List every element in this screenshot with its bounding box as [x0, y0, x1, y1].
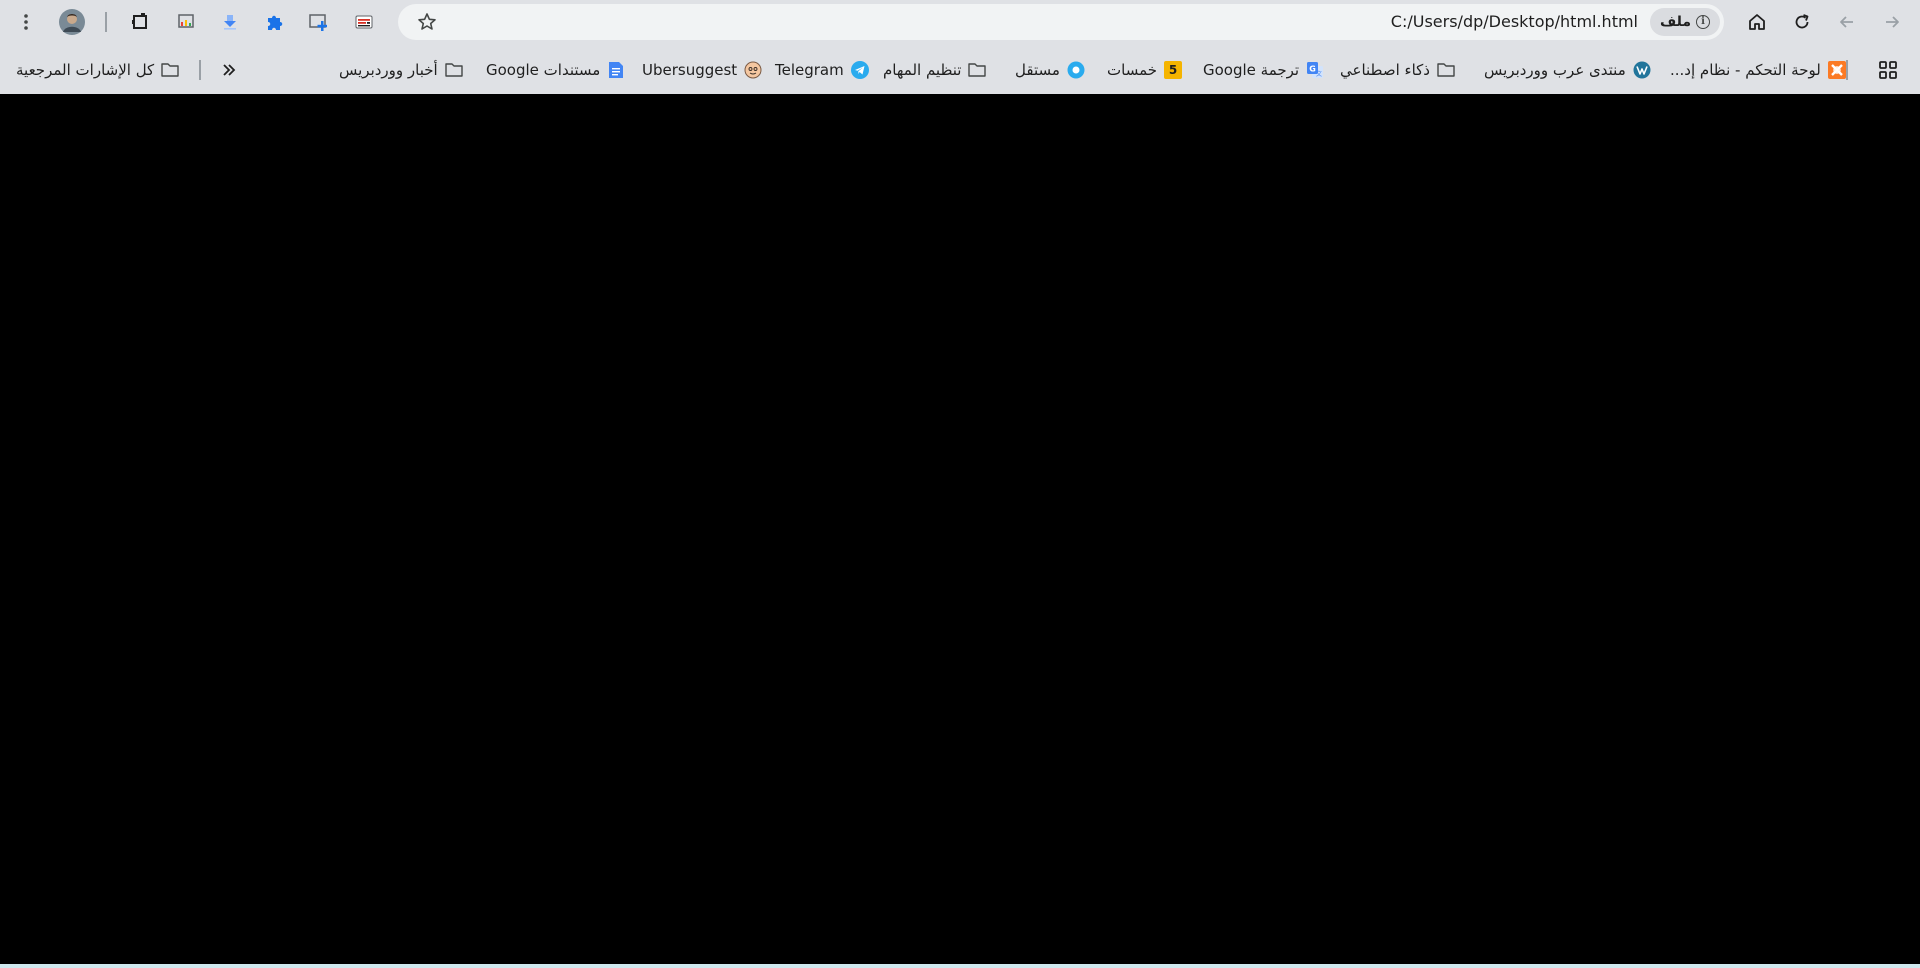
extension-button-tab[interactable]	[303, 6, 335, 38]
avatar	[59, 9, 85, 35]
bookmark-item-arab-wordpress[interactable]: منتدى عرب ووردبريس	[1484, 58, 1651, 82]
chart-extension-icon	[178, 14, 194, 28]
bookmarks-separator	[199, 60, 201, 80]
bookmark-label: أخبار ووردبريس	[339, 61, 438, 79]
site-info-label: ملف	[1659, 14, 1691, 30]
bookmark-label: Telegram	[775, 61, 844, 79]
address-bar[interactable]: C:/Users/dp/Desktop/html.html i ملف	[398, 4, 1724, 40]
bookmark-item-mostaql[interactable]: مستقل	[1015, 58, 1085, 82]
reload-icon	[1795, 14, 1809, 29]
folder-icon	[445, 61, 463, 79]
window-bottom-edge	[0, 964, 1920, 968]
bookmark-item-ubersuggest[interactable]: Ubersuggest	[642, 58, 762, 82]
profile-avatar-button[interactable]	[56, 6, 88, 38]
bookmark-item-wordpress-news[interactable]: أخبار ووردبريس	[339, 58, 463, 82]
ubersuggest-icon	[744, 61, 762, 79]
bookmark-item-google-docs[interactable]: مستندات Google	[486, 58, 625, 82]
reload-button[interactable]	[1786, 6, 1818, 38]
mostaql-icon	[1067, 61, 1085, 79]
puzzle-icon	[268, 15, 283, 30]
bookmark-item-google-translate[interactable]: G 文 ترجمة Google	[1203, 58, 1324, 82]
apps-button[interactable]	[1876, 58, 1900, 82]
bookmark-item-control-panel[interactable]: لوحة التحكم - نظام إد...	[1670, 58, 1846, 82]
toolbar-separator	[105, 12, 107, 32]
bookmark-label: خمسات	[1107, 61, 1158, 79]
home-icon	[1749, 14, 1765, 30]
bookmark-item-khamsat[interactable]: 5 خمسات	[1107, 58, 1183, 82]
wordpress-icon	[1633, 61, 1651, 79]
site-info-chip[interactable]: i ملف	[1649, 8, 1720, 36]
filter-extension-icon	[355, 15, 373, 29]
bookmark-item-telegram[interactable]: Telegram	[775, 58, 869, 82]
bookmark-label: ترجمة Google	[1203, 61, 1300, 79]
info-icon: i	[1696, 15, 1710, 29]
sidepanel-button[interactable]	[124, 6, 156, 38]
browser-toolbar: C:/Users/dp/Desktop/html.html i ملف	[0, 0, 1920, 46]
bookmarks-bar: كل الإشارات المرجعية أخبار ووردبريس مستن…	[0, 46, 1920, 94]
chevron-double-right-icon	[223, 64, 236, 76]
khamsat-icon: 5	[1164, 61, 1183, 79]
download-arrow-icon	[224, 15, 236, 30]
add-tab-icon	[309, 14, 327, 31]
star-icon	[418, 13, 436, 30]
kebab-menu-icon	[24, 14, 28, 30]
all-bookmarks-label: كل الإشارات المرجعية	[16, 61, 155, 79]
extension-button-filter[interactable]	[348, 6, 380, 38]
bookmark-label: مستقل	[1015, 61, 1060, 79]
browser-window: C:/Users/dp/Desktop/html.html i ملف كل ا…	[0, 0, 1920, 968]
bookmark-label: تنظيم المهام	[883, 61, 962, 79]
google-docs-icon	[607, 61, 625, 79]
google-translate-icon: G 文	[1306, 61, 1324, 79]
bookmark-item-ai[interactable]: ذكاء اصطناعي	[1340, 58, 1455, 82]
svg-text:文: 文	[1316, 70, 1322, 78]
bookmark-label: مستندات Google	[486, 61, 601, 79]
folder-icon	[161, 61, 179, 79]
telegram-icon	[850, 61, 869, 79]
menu-button[interactable]	[10, 6, 42, 38]
bookmark-label: لوحة التحكم - نظام إد...	[1670, 61, 1821, 79]
bookmarks-separator	[1846, 60, 1848, 80]
home-button[interactable]	[1741, 6, 1773, 38]
url-text[interactable]: C:/Users/dp/Desktop/html.html	[1391, 4, 1638, 40]
extension-button-chart[interactable]	[170, 6, 202, 38]
bookmark-item-task-organizing[interactable]: تنظيم المهام	[883, 58, 987, 82]
page-content	[0, 94, 1920, 964]
folder-icon	[968, 61, 987, 79]
folder-icon	[1437, 61, 1455, 79]
bookmark-label: ذكاء اصطناعي	[1340, 61, 1430, 79]
side-panel-icon	[132, 13, 147, 29]
arrow-left-icon	[1840, 16, 1853, 28]
extension-button-download[interactable]	[214, 6, 246, 38]
arrow-right-icon	[1886, 16, 1899, 28]
bookmark-label: منتدى عرب ووردبريس	[1484, 61, 1626, 79]
apps-grid-icon	[1879, 61, 1897, 79]
bookmark-label: Ubersuggest	[642, 61, 738, 79]
bookmark-star-button[interactable]	[412, 7, 442, 37]
bookmarks-overflow-button[interactable]	[216, 58, 242, 82]
back-button[interactable]	[1831, 6, 1863, 38]
xampp-icon	[1827, 61, 1846, 79]
svg-text:G: G	[1309, 65, 1316, 74]
extensions-button[interactable]	[259, 6, 291, 38]
all-bookmarks-button[interactable]: كل الإشارات المرجعية	[16, 58, 179, 82]
forward-button[interactable]	[1876, 6, 1908, 38]
